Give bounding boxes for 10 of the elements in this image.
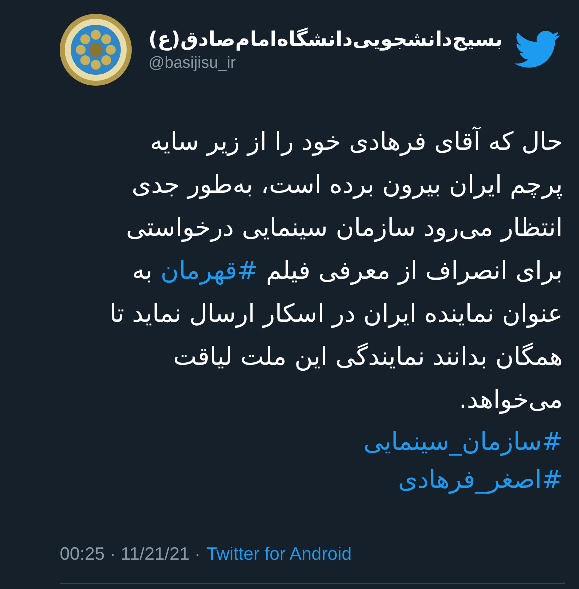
account-handle[interactable]: @basijisu_ir (148, 55, 236, 73)
hashtag-link[interactable]: #اصغر_فرهادی (398, 461, 563, 499)
hashtag-link[interactable]: #قهرمان (160, 256, 258, 285)
bird-icon (515, 30, 561, 70)
source-link[interactable]: Twitter for Android (206, 544, 352, 564)
hashtag-link[interactable]: #سازمان_سینمایی (364, 423, 563, 461)
avatar-icon[interactable] (58, 13, 133, 87)
tweet-text: حال که آقای فرهادی خود را از زیر سایه پرچم ایران بیرون برده است، به‌طور جدی انتظار می‌رود سازمان سینمایی درخواستی برای انصراف از معرفی فیلم #قهرمان به عنوان نماینده ایران در اسکار ارسال نماید تا همگان بدانند نمایندگی این ملت لیاقت می‌خواهد. (110, 126, 563, 416)
tweet-timestamp: 00:25 · 11/21/21 · Twitter for Android (60, 544, 352, 564)
account-name[interactable]: بسیج‌دانشجویی‌دانشگاه‌امام‌صادق(ع) (148, 27, 503, 51)
